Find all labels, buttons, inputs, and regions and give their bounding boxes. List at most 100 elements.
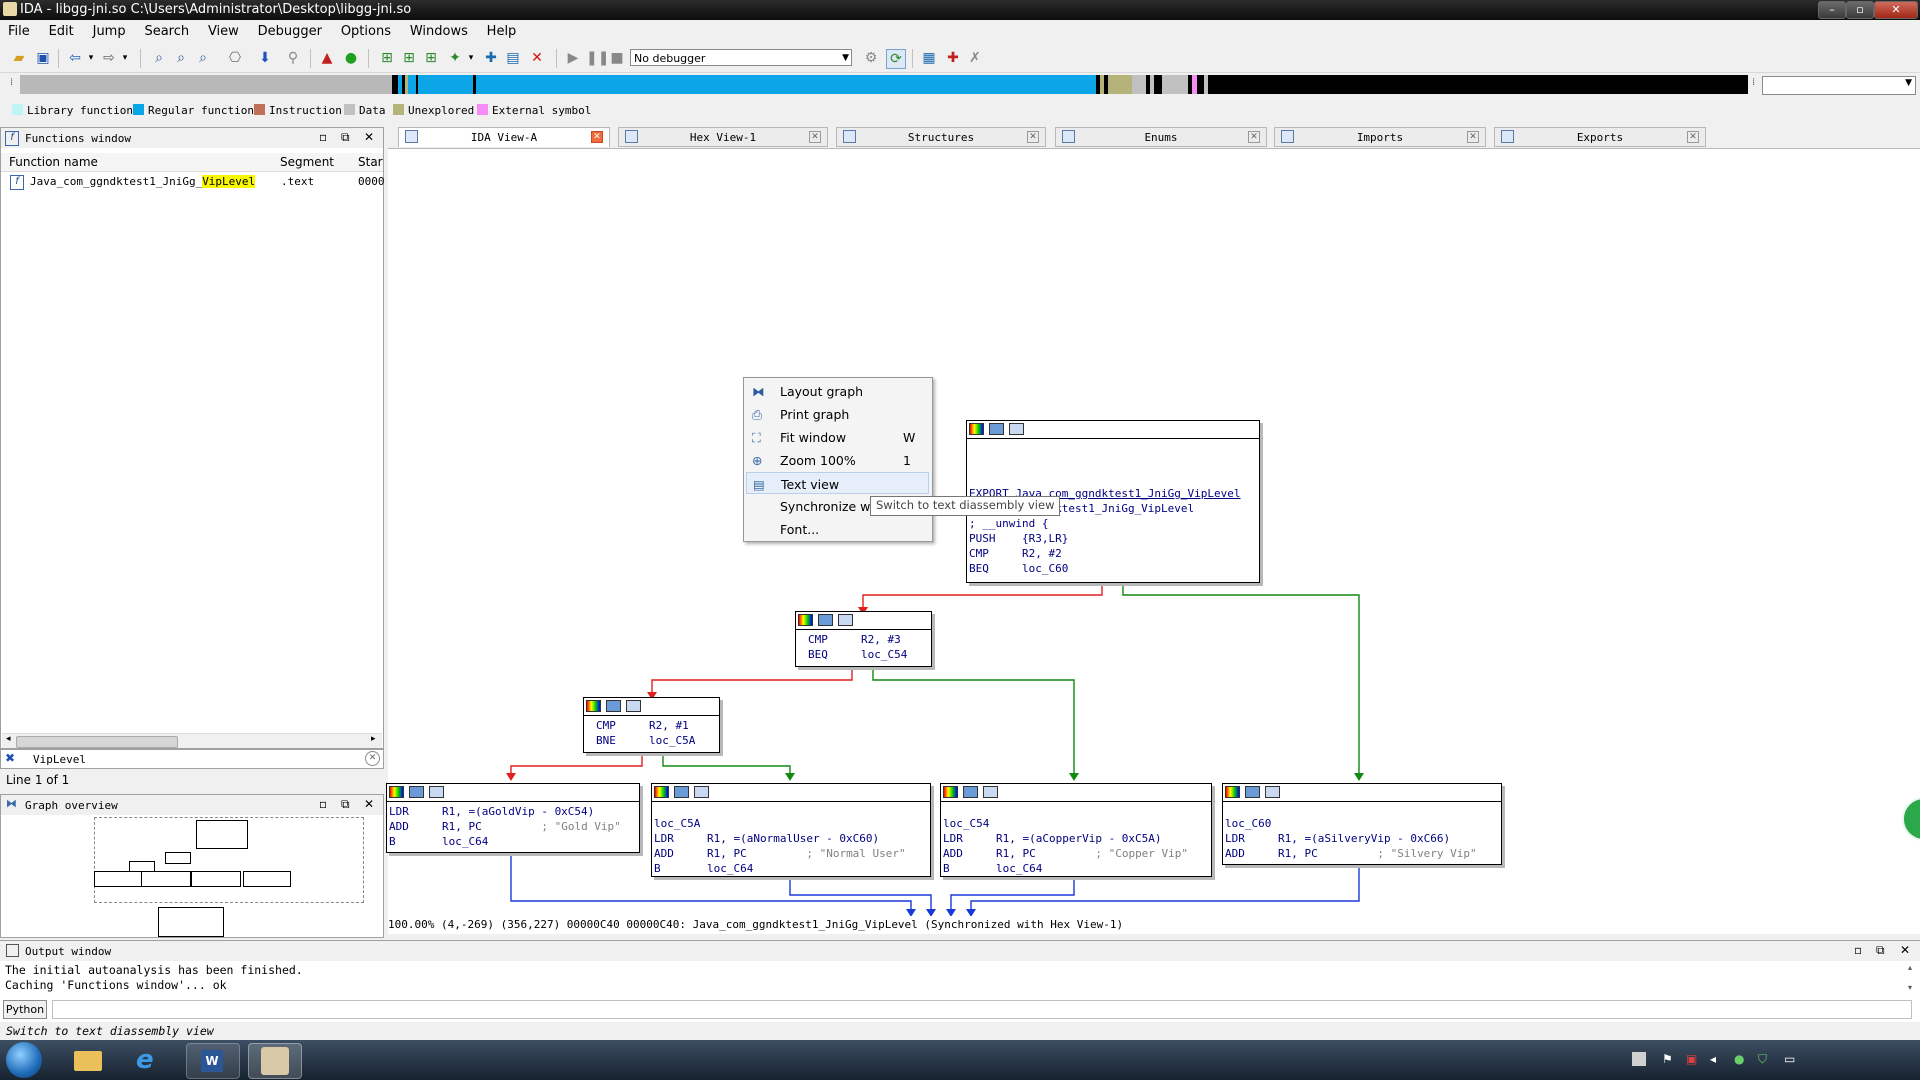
close-icon[interactable]: ✕ [809, 131, 821, 143]
menu-windows[interactable]: Windows [402, 21, 475, 39]
graph-view[interactable]: EXPORT Java_com_ggndktest1_JniGg_VipLeve… [386, 148, 1920, 917]
python-button[interactable]: Python [3, 1000, 47, 1019]
close-icon[interactable]: ✕ [1687, 131, 1699, 143]
menu-jump[interactable]: Jump [85, 21, 133, 39]
save-icon[interactable]: ▣ [34, 49, 52, 67]
navband-right-arrow-icon[interactable]: ⁞ [1752, 77, 1755, 88]
forward-dropdown-icon[interactable]: ▾ [116, 49, 134, 67]
taskbar-explorer[interactable] [62, 1043, 114, 1077]
taskbar-ie[interactable]: e [124, 1043, 176, 1077]
close-icon[interactable]: ✕ [1900, 943, 1910, 957]
menu-edit[interactable]: Edit [41, 21, 81, 39]
clear-filter-icon[interactable]: ✕ [365, 751, 380, 766]
menu-search[interactable]: Search [136, 21, 196, 39]
pause-debug-icon[interactable]: ❚❚ [586, 49, 609, 67]
jump-down-icon[interactable]: ⬇ [256, 49, 274, 67]
menu-item-fit-window[interactable]: ⛶ Fit window W [746, 426, 929, 448]
open-icon[interactable]: ▰ [10, 49, 28, 67]
menu-options[interactable]: Options [333, 21, 398, 39]
node-group-icon[interactable] [838, 614, 853, 626]
scrollbar-thumb[interactable] [16, 736, 178, 748]
restore-icon[interactable]: ⧉ [341, 130, 350, 145]
enum-icon[interactable]: ▤ [504, 49, 522, 67]
node-group-icon[interactable] [1265, 786, 1280, 798]
menu-debugger[interactable]: Debugger [250, 21, 329, 39]
output-scrollbar[interactable]: ▴ ▾ [1904, 963, 1916, 993]
back-dropdown-icon[interactable]: ▾ [82, 49, 100, 67]
segment-select[interactable]: ▼ [1762, 76, 1916, 95]
flowchart-icon[interactable]: ▲ [318, 49, 336, 67]
node-rename-icon[interactable] [606, 700, 621, 712]
node-color-icon[interactable] [943, 786, 958, 798]
node-color-icon[interactable] [389, 786, 404, 798]
column-segment[interactable]: Segment [280, 155, 334, 169]
functions-hscrollbar[interactable]: ◂ ▸ [2, 733, 382, 748]
node-rename-icon[interactable] [409, 786, 424, 798]
node-rename-icon[interactable] [674, 786, 689, 798]
graph-node-loc-c60[interactable]: loc_C60 LDR R1, =(aSilveryVip - 0xC66) A… [1222, 783, 1502, 865]
menu-item-text-view[interactable]: ▤ Text view [746, 472, 929, 494]
binary-search-icon[interactable]: ⌕ [150, 49, 168, 67]
menu-view[interactable]: View [200, 21, 246, 39]
close-icon[interactable]: ✕ [591, 131, 603, 143]
network-icon[interactable]: ▭ [1784, 1052, 1795, 1066]
taskbar-word[interactable]: W [186, 1043, 240, 1079]
node-rename-icon[interactable] [1245, 786, 1260, 798]
graph-node-loc-c5a[interactable]: loc_C5A LDR R1, =(aNormalUser - 0xC60) A… [651, 783, 931, 877]
close-icon[interactable]: ✕ [364, 130, 374, 144]
graph-node-loc-c54[interactable]: loc_C54 LDR R1, =(aCopperVip - 0xC5A) AD… [940, 783, 1212, 877]
tray-app-icon[interactable]: ● [1734, 1052, 1744, 1066]
column-function-name[interactable]: Function name [9, 155, 98, 169]
node-group-icon[interactable] [1009, 423, 1024, 435]
xrefs-icon[interactable]: ⚲ [284, 49, 302, 67]
navband-left-arrow-icon[interactable]: ⁞ [10, 77, 13, 88]
node-rename-icon[interactable] [963, 786, 978, 798]
close-icon[interactable]: ✕ [364, 797, 374, 811]
menu-item-zoom-100[interactable]: ⊕ Zoom 100% 1 [746, 449, 929, 471]
column-start[interactable]: Star [358, 155, 383, 169]
debugger-select[interactable]: No debugger ▼ [630, 49, 852, 66]
graph-node-cmp3[interactable]: CMP R2, #3 BEQ loc_C54 [795, 611, 932, 667]
node-color-icon[interactable] [1225, 786, 1240, 798]
close-icon[interactable]: ✕ [1467, 131, 1479, 143]
node-color-icon[interactable] [654, 786, 669, 798]
chunk-dropdown-icon[interactable]: ▾ [462, 49, 480, 67]
menu-item-print-graph[interactable]: ⎙ Print graph [746, 403, 929, 425]
node-color-icon[interactable] [798, 614, 813, 626]
delete-icon[interactable]: ✕ [528, 49, 546, 67]
stop-debug-icon[interactable]: ■ [608, 49, 626, 67]
keyboard-icon[interactable] [1632, 1052, 1646, 1066]
minimize-button[interactable]: – [1818, 1, 1846, 19]
close-icon[interactable]: ✕ [1027, 131, 1039, 143]
close-button[interactable]: ✕ [1874, 1, 1918, 19]
tab-enums[interactable]: Enums ✕ [1055, 127, 1267, 147]
command-input[interactable] [52, 1000, 1912, 1019]
debugger-options-icon[interactable]: ⚙ [862, 49, 880, 67]
tab-imports[interactable]: Imports ✕ [1274, 127, 1486, 147]
volume-icon[interactable]: ◂ [1710, 1052, 1716, 1066]
start-button[interactable] [6, 1042, 42, 1078]
float-icon[interactable]: ▫ [319, 130, 327, 144]
search-next-icon[interactable]: ⌕ [194, 49, 212, 67]
edit-function-icon[interactable]: ⊞ [400, 49, 418, 67]
graph-icon[interactable]: ⎔ [226, 49, 244, 67]
call-graph-icon[interactable]: ● [342, 49, 360, 67]
menu-help[interactable]: Help [479, 21, 524, 39]
node-color-icon[interactable] [969, 423, 984, 435]
menu-item-layout-graph[interactable]: ⧓ Layout graph [746, 380, 929, 402]
taskbar-ida[interactable] [248, 1043, 302, 1079]
node-group-icon[interactable] [694, 786, 709, 798]
tab-structures[interactable]: Structures ✕ [836, 127, 1046, 147]
shield-icon[interactable]: ⛉ [1758, 1052, 1767, 1067]
tab-ida-view-a[interactable]: IDA View-A ✕ [398, 127, 610, 147]
restore-icon[interactable]: ⧉ [1876, 943, 1885, 958]
struct-icon[interactable]: ✚ [482, 49, 500, 67]
node-group-icon[interactable] [626, 700, 641, 712]
maximize-button[interactable]: ▫ [1846, 1, 1874, 19]
node-group-icon[interactable] [983, 786, 998, 798]
tracing-icon[interactable]: ✚ [944, 49, 962, 67]
security-icon[interactable]: ▣ [1686, 1052, 1697, 1066]
node-color-icon[interactable] [586, 700, 601, 712]
tab-exports[interactable]: Exports ✕ [1494, 127, 1706, 147]
clear-trace-icon[interactable]: ✗ [966, 49, 984, 67]
